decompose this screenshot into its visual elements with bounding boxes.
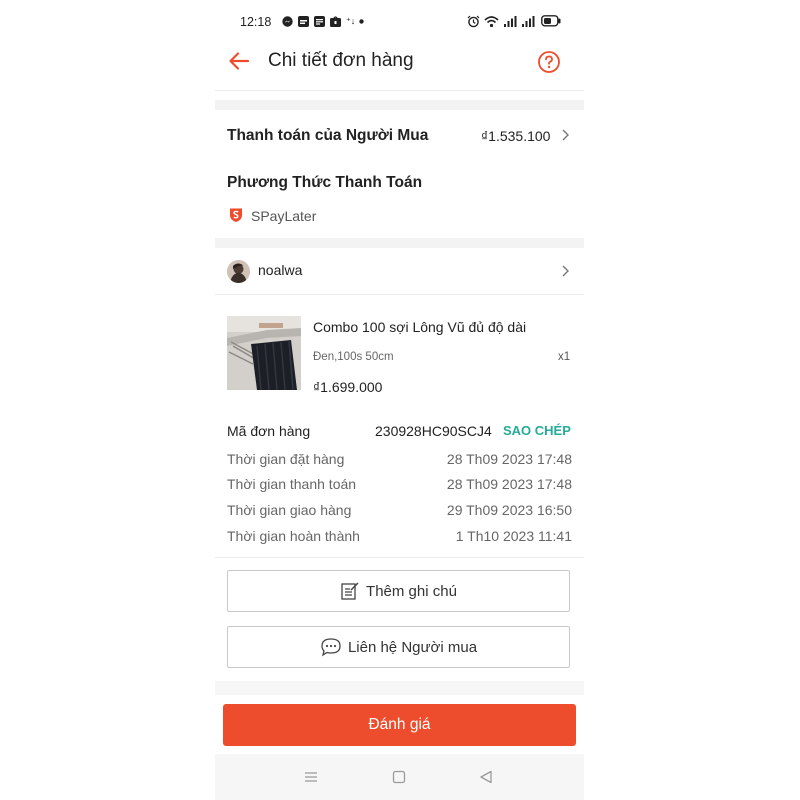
add-note-label: Thêm ghi chú bbox=[366, 582, 457, 600]
chevron-right-icon bbox=[562, 129, 569, 141]
status-bar: 12:18 ⁺↓ bbox=[215, 0, 584, 42]
shipping-time-value: 29 Th09 2023 16:50 bbox=[446, 502, 572, 518]
section-divider bbox=[215, 100, 584, 110]
facebook-icon bbox=[298, 16, 309, 27]
payment-method-name: SPayLater bbox=[251, 208, 317, 224]
facebook-icon bbox=[314, 16, 325, 27]
chat-icon bbox=[321, 638, 341, 657]
product-variant: Đen,100s 50cm bbox=[313, 351, 394, 363]
status-time: 12:18 bbox=[240, 15, 272, 29]
section-divider bbox=[215, 238, 584, 248]
signal-icon bbox=[504, 16, 517, 27]
contact-buyer-label: Liên hệ Người mua bbox=[347, 638, 478, 656]
spaylater-icon bbox=[230, 208, 242, 222]
buyer-row[interactable]: noalwa bbox=[215, 248, 584, 295]
question-circle-icon[interactable] bbox=[537, 50, 561, 74]
buyer-payment-label: Thanh toán của Người Mua bbox=[227, 127, 429, 144]
add-note-button[interactable]: Thêm ghi chú bbox=[227, 570, 570, 612]
divider bbox=[215, 557, 584, 558]
order-id-value: 230928HC90SCJ4 bbox=[375, 423, 492, 439]
chevron-right-icon bbox=[562, 265, 569, 277]
order-id-label: Mã đơn hàng bbox=[227, 423, 311, 439]
product-quantity: x1 bbox=[558, 351, 571, 363]
dot-icon bbox=[359, 19, 364, 24]
buyer-name: noalwa bbox=[258, 262, 303, 278]
alarm-icon bbox=[467, 15, 480, 28]
payment-time-value: 28 Th09 2023 17:48 bbox=[446, 476, 572, 492]
system-nav-bar bbox=[215, 754, 584, 800]
wifi-icon bbox=[484, 16, 499, 28]
note-edit-icon bbox=[341, 582, 359, 600]
shopee-icon bbox=[330, 16, 341, 27]
dot-icon: ⁺↓ bbox=[346, 16, 356, 26]
contact-buyer-button[interactable]: Liên hệ Người mua bbox=[227, 626, 570, 668]
buyer-payment-amount: ₫1.535.100 bbox=[481, 128, 551, 144]
section-divider bbox=[215, 681, 584, 695]
header: Chi tiết đơn hàng bbox=[215, 42, 584, 91]
page-title: Chi tiết đơn hàng bbox=[268, 50, 414, 71]
product-price: ₫1.699.000 bbox=[313, 379, 383, 395]
messenger-icon bbox=[282, 16, 293, 27]
completion-time-value: 1 Th10 2023 11:41 bbox=[455, 528, 572, 544]
phone-screen: 12:18 ⁺↓ Chi tiết đơn hàng Thanh toán củ… bbox=[215, 0, 584, 800]
battery-icon bbox=[541, 15, 561, 27]
copy-button[interactable]: SAO CHÉP bbox=[503, 423, 571, 438]
buyer-payment-row[interactable]: Thanh toán của Người Mua ₫1.535.100 bbox=[215, 110, 584, 160]
home-square-icon[interactable] bbox=[392, 770, 406, 784]
product-name: Combo 100 sợi Lông Vũ đủ độ dài bbox=[313, 319, 527, 335]
payment-time-label: Thời gian thanh toán bbox=[227, 476, 357, 492]
signal-icon bbox=[522, 16, 535, 27]
shipping-time-label: Thời gian giao hàng bbox=[227, 502, 352, 518]
menu-icon[interactable] bbox=[304, 771, 318, 783]
order-time-value: 28 Th09 2023 17:48 bbox=[446, 451, 572, 467]
avatar bbox=[227, 260, 250, 283]
rate-button[interactable]: Đánh giá bbox=[223, 704, 576, 746]
back-triangle-icon[interactable] bbox=[479, 770, 493, 784]
payment-method-title: Phương Thức Thanh Toán bbox=[227, 174, 423, 191]
product-thumbnail[interactable] bbox=[227, 316, 301, 390]
arrow-left-icon[interactable] bbox=[227, 49, 251, 73]
order-time-label: Thời gian đặt hàng bbox=[227, 451, 345, 467]
completion-time-label: Thời gian hoàn thành bbox=[227, 528, 360, 544]
